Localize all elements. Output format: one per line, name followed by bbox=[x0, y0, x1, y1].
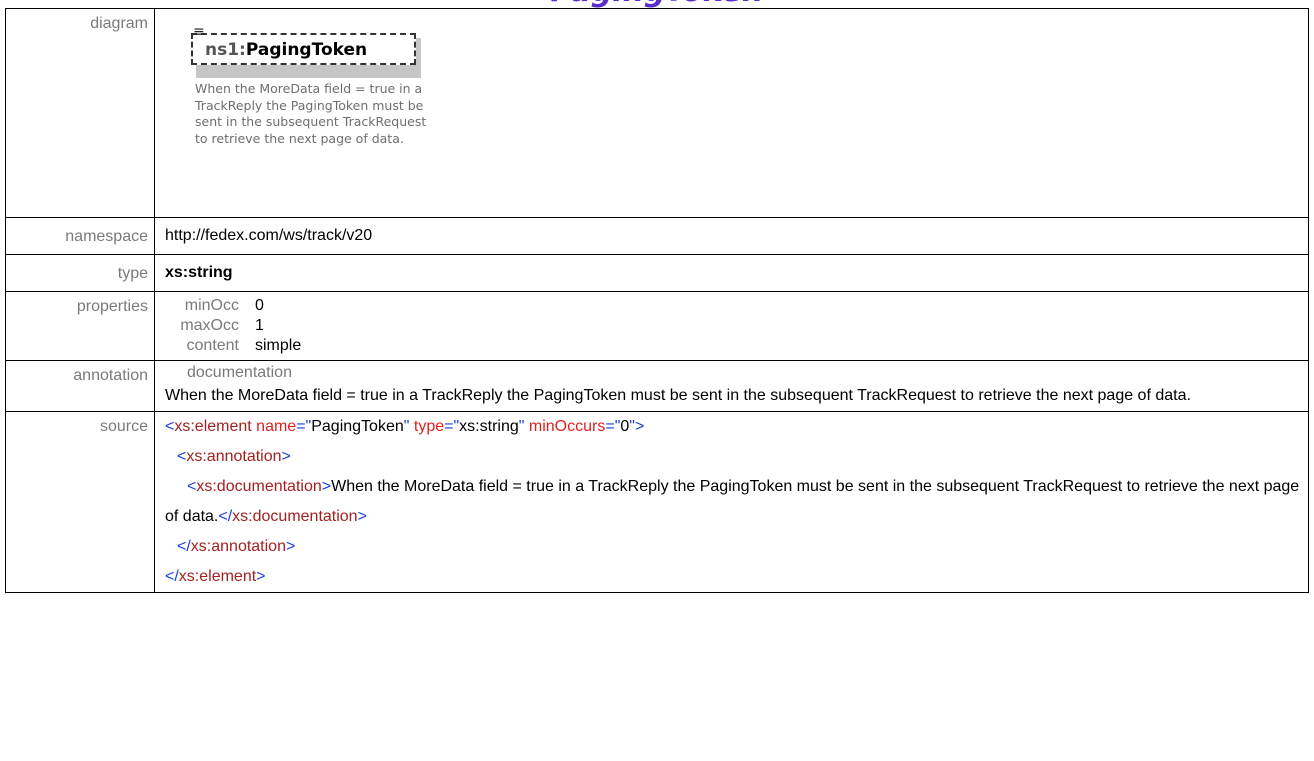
prop-value-minocc: 0 bbox=[255, 297, 264, 314]
element-name: PagingToken bbox=[245, 40, 368, 60]
annotation-heading: documentation bbox=[187, 364, 292, 381]
properties-grid: minOcc 0 maxOcc 1 content simple bbox=[165, 292, 1308, 360]
row-source: source <xs:element name="PagingToken" ty… bbox=[5, 411, 1309, 593]
label-annotation: annotation bbox=[5, 360, 155, 412]
properties-cell: minOcc 0 maxOcc 1 content simple bbox=[154, 291, 1309, 361]
source-line-1: <xs:element name="PagingToken" type="xs:… bbox=[165, 418, 645, 435]
annotation-cell: documentation When the MoreData field = … bbox=[154, 360, 1309, 412]
page-title-fragment: PagingToken bbox=[0, 0, 1314, 8]
src-attr-minoccurs: minOccurs bbox=[528, 418, 606, 435]
source-code: <xs:element name="PagingToken" type="xs:… bbox=[154, 411, 1309, 593]
row-namespace: namespace http://fedex.com/ws/track/v20 bbox=[5, 217, 1309, 255]
row-annotation: annotation documentation When the MoreDa… bbox=[5, 360, 1309, 412]
prop-value-maxocc: 1 bbox=[255, 317, 264, 334]
label-source: source bbox=[5, 411, 155, 593]
source-line-3: <xs:documentation>When the MoreData fiel… bbox=[165, 478, 1300, 525]
src-annotation-open: xs:annotation bbox=[186, 448, 282, 465]
label-diagram: diagram bbox=[5, 8, 155, 218]
element-box[interactable]: ns1:PagingToken bbox=[191, 33, 416, 65]
prop-value-content: simple bbox=[255, 337, 302, 354]
src-element-close: xs:element bbox=[178, 568, 257, 585]
src-attr-type: type bbox=[413, 418, 445, 435]
src-attr-name: name bbox=[256, 418, 297, 435]
element-diagram: ns1:PagingToken ≡ When the MoreData fiel… bbox=[155, 9, 1308, 217]
namespace-value: http://fedex.com/ws/track/v20 bbox=[154, 217, 1309, 255]
prop-key-maxocc: maxOcc bbox=[180, 317, 239, 334]
row-type: type xs:string bbox=[5, 254, 1309, 292]
diagram-cell: ns1:PagingToken ≡ When the MoreData fiel… bbox=[154, 8, 1309, 218]
src-attr-type-value: xs:string bbox=[459, 418, 519, 435]
type-value: xs:string bbox=[154, 254, 1309, 292]
element-doc-table: diagram ns1:PagingToken ≡ When the MoreD… bbox=[5, 8, 1309, 593]
prop-key-minocc: minOcc bbox=[184, 297, 239, 314]
source-line-5: </xs:element> bbox=[165, 568, 266, 585]
annotation-text: When the MoreData field = true in a Trac… bbox=[165, 387, 1191, 404]
src-attr-minoccurs-value: 0 bbox=[620, 418, 630, 435]
row-properties: properties minOcc 0 maxOcc 1 content sim… bbox=[5, 291, 1309, 361]
documentation-lines-icon: ≡ bbox=[193, 24, 205, 40]
source-line-4: </xs:annotation> bbox=[177, 538, 296, 555]
label-properties: properties bbox=[5, 291, 155, 361]
source-line-2: <xs:annotation> bbox=[177, 448, 291, 465]
element-prefix: ns1: bbox=[205, 40, 246, 60]
prop-key-content: content bbox=[186, 337, 239, 354]
src-documentation-open: xs:documentation bbox=[196, 478, 322, 495]
src-attr-name-value: PagingToken bbox=[311, 418, 404, 435]
diagram-documentation-text: When the MoreData field = true in a Trac… bbox=[195, 81, 427, 146]
src-annotation-close: xs:annotation bbox=[190, 538, 286, 555]
src-element-tag: xs:element bbox=[174, 418, 252, 435]
row-diagram: diagram ns1:PagingToken ≡ When the MoreD… bbox=[5, 8, 1309, 218]
src-documentation-close: xs:documentation bbox=[232, 508, 358, 525]
label-type: type bbox=[5, 254, 155, 292]
label-namespace: namespace bbox=[5, 217, 155, 255]
